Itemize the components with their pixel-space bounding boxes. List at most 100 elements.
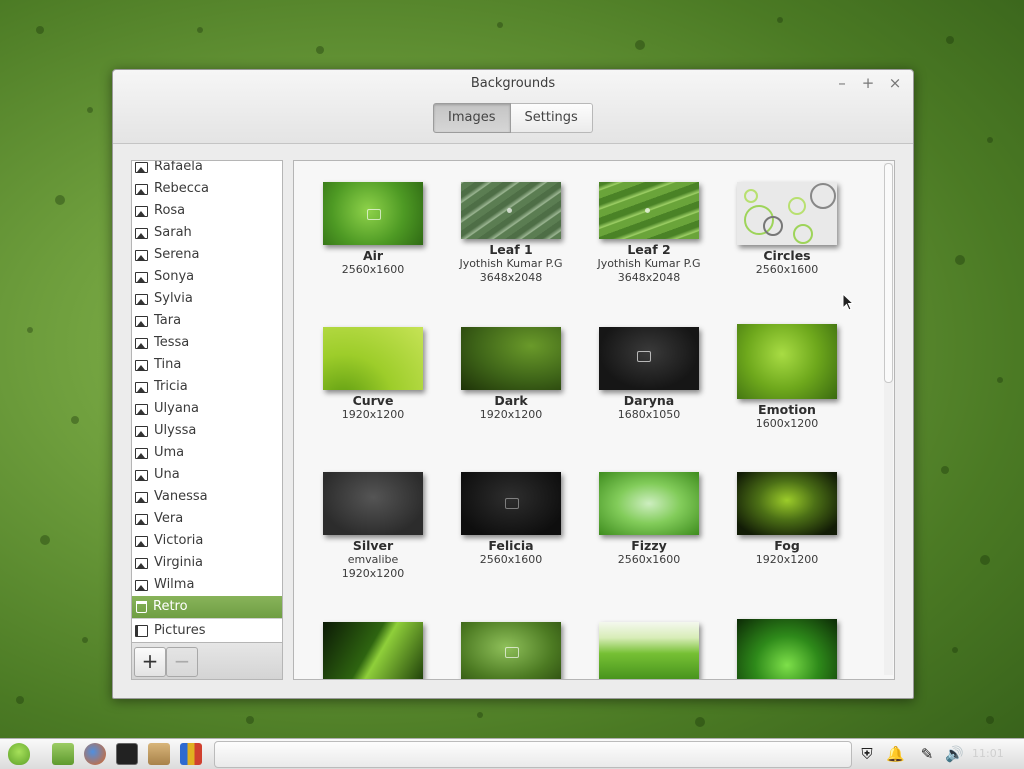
image-folder-icon [135, 447, 148, 459]
wallpaper-name: Fog [774, 538, 800, 553]
window-title: Backgrounds [470, 76, 556, 91]
wallpaper-resolution: 2560x1600 [617, 553, 681, 566]
grid-scrollbar[interactable] [884, 163, 893, 675]
image-folder-icon [135, 227, 148, 239]
wallpaper-resolution: 1680x1050 [617, 408, 681, 421]
image-folder-icon [135, 535, 148, 547]
maximize-button[interactable]: + [859, 74, 877, 92]
sidebar-item-label: Vanessa [154, 489, 208, 504]
sidebar-item-label: Victoria [154, 533, 204, 548]
wallpaper-tile[interactable] [442, 622, 580, 679]
wallpaper-tile[interactable]: Leaf 1 Jyothish Kumar P.G 3648x2048 [442, 182, 580, 285]
sidebar-item[interactable]: Wilma [132, 574, 282, 596]
image-folder-icon [135, 183, 148, 195]
sidebar-item-label: Serena [154, 247, 200, 262]
sidebar-item[interactable]: Sonya [132, 266, 282, 288]
wallpaper-name: Silver [352, 538, 394, 553]
wallpaper-thumbnail [461, 472, 561, 535]
sidebar-item[interactable]: Uma [132, 442, 282, 464]
wallpaper-name: Felicia [488, 538, 534, 553]
window-list[interactable] [214, 741, 852, 768]
sidebar-item[interactable]: Una [132, 464, 282, 486]
wallpaper-thumbnail [737, 182, 837, 245]
sidebar-item-label: Tina [154, 357, 182, 372]
wallpaper-tile[interactable]: Emotion 1600x1200 [718, 324, 856, 431]
wallpaper-tile[interactable]: Fog 1920x1200 [718, 472, 856, 567]
sidebar-item[interactable]: Tina [132, 354, 282, 376]
tab-settings[interactable]: Settings [510, 103, 593, 133]
tab-images[interactable]: Images [433, 103, 511, 133]
wallpaper-thumbnail [599, 622, 699, 679]
sidebar-item[interactable]: Vanessa [132, 486, 282, 508]
add-folder-button[interactable]: + [134, 647, 166, 677]
network-icon[interactable]: ✎ [918, 745, 936, 763]
wallpaper-tile[interactable] [304, 622, 442, 679]
image-folder-icon [135, 381, 148, 393]
collection-sidebar: Rafaela Rebecca Rosa Sarah Serena Sonya Sylvia… [131, 160, 283, 680]
wallpaper-tile[interactable]: Curve 1920x1200 [304, 327, 442, 422]
wallpaper-resolution: 1920x1200 [755, 553, 819, 566]
sidebar-item-label: Retro [153, 599, 188, 614]
wallpaper-resolution: 2560x1600 [341, 263, 405, 276]
firefox-icon[interactable] [84, 743, 106, 765]
settings-app-icon[interactable] [180, 743, 202, 765]
image-folder-icon [135, 425, 148, 437]
wallpaper-tile[interactable]: Felicia 2560x1600 [442, 472, 580, 567]
terminal-icon[interactable] [116, 743, 138, 765]
sidebar-item-retro[interactable]: Retro [132, 596, 282, 618]
sidebar-item[interactable]: Serena [132, 244, 282, 266]
sidebar-toolbar: + − [132, 642, 282, 679]
sidebar-item[interactable]: Rebecca [132, 178, 282, 200]
sidebar-item[interactable]: Vera [132, 508, 282, 530]
sidebar-item[interactable]: Ulyssa [132, 420, 282, 442]
sidebar-item-pictures[interactable]: Pictures [132, 618, 282, 642]
wallpaper-thumbnail [323, 472, 423, 535]
sidebar-item[interactable]: Rafaela [132, 161, 282, 178]
window-titlebar[interactable]: Backgrounds – + × Images Settings [113, 70, 913, 144]
wallpaper-tile[interactable]: Air 2560x1600 [304, 182, 442, 277]
volume-icon[interactable]: 🔊 [945, 745, 964, 763]
file-manager-icon[interactable] [52, 743, 74, 765]
wallpaper-tile[interactable]: Dark 1920x1200 [442, 327, 580, 422]
sidebar-item[interactable]: Rosa [132, 200, 282, 222]
wallpaper-tile[interactable]: Leaf 2 Jyothish Kumar P.G 3648x2048 [580, 182, 718, 285]
image-folder-icon [135, 359, 148, 371]
image-folder-icon [135, 205, 148, 217]
wallpaper-tile[interactable] [580, 622, 718, 679]
image-folder-icon [135, 293, 148, 305]
sidebar-item[interactable]: Virginia [132, 552, 282, 574]
clock[interactable]: 11:01 [972, 747, 1004, 760]
sidebar-item-label: Rebecca [154, 181, 209, 196]
wallpaper-name: Fizzy [631, 538, 667, 553]
collection-list: Rafaela Rebecca Rosa Sarah Serena Sonya Sylvia… [132, 161, 282, 642]
close-button[interactable]: × [886, 74, 904, 92]
remove-folder-button[interactable]: − [166, 647, 198, 677]
wallpaper-name: Leaf 1 [489, 242, 533, 257]
wallpaper-tile[interactable]: Daryna 1680x1050 [580, 327, 718, 422]
menu-alien-icon[interactable] [8, 743, 30, 765]
sidebar-item-label: Tessa [154, 335, 190, 350]
package-icon[interactable] [148, 743, 170, 765]
sidebar-item[interactable]: Tara [132, 310, 282, 332]
minimize-button[interactable]: – [833, 74, 851, 92]
wallpaper-tile[interactable] [718, 619, 856, 679]
sidebar-item[interactable]: Tricia [132, 376, 282, 398]
wallpaper-grid: Air 2560x1600 Leaf 1 Jyothish Kumar P.G 3648… [293, 160, 895, 680]
sidebar-item[interactable]: Victoria [132, 530, 282, 552]
view-tabs: Images Settings [433, 103, 593, 133]
sidebar-item[interactable]: Sarah [132, 222, 282, 244]
sidebar-item[interactable]: Tessa [132, 332, 282, 354]
notification-icon[interactable]: 🔔 [886, 745, 905, 763]
scrollbar-thumb[interactable] [884, 163, 893, 383]
image-folder-icon [135, 579, 148, 591]
sidebar-item[interactable]: Sylvia [132, 288, 282, 310]
wallpaper-tile[interactable]: Circles 2560x1600 [718, 182, 856, 277]
image-folder-icon [135, 469, 148, 481]
wallpaper-tile[interactable]: Silver emvalibe 1920x1200 [304, 472, 442, 581]
sidebar-item-label: Wilma [154, 577, 195, 592]
sidebar-item[interactable]: Ulyana [132, 398, 282, 420]
sidebar-item-label: Tricia [154, 379, 188, 394]
shield-icon[interactable]: ⛨ [858, 745, 876, 763]
wallpaper-tile[interactable]: Fizzy 2560x1600 [580, 472, 718, 567]
wallpaper-resolution: 1920x1200 [341, 408, 405, 421]
